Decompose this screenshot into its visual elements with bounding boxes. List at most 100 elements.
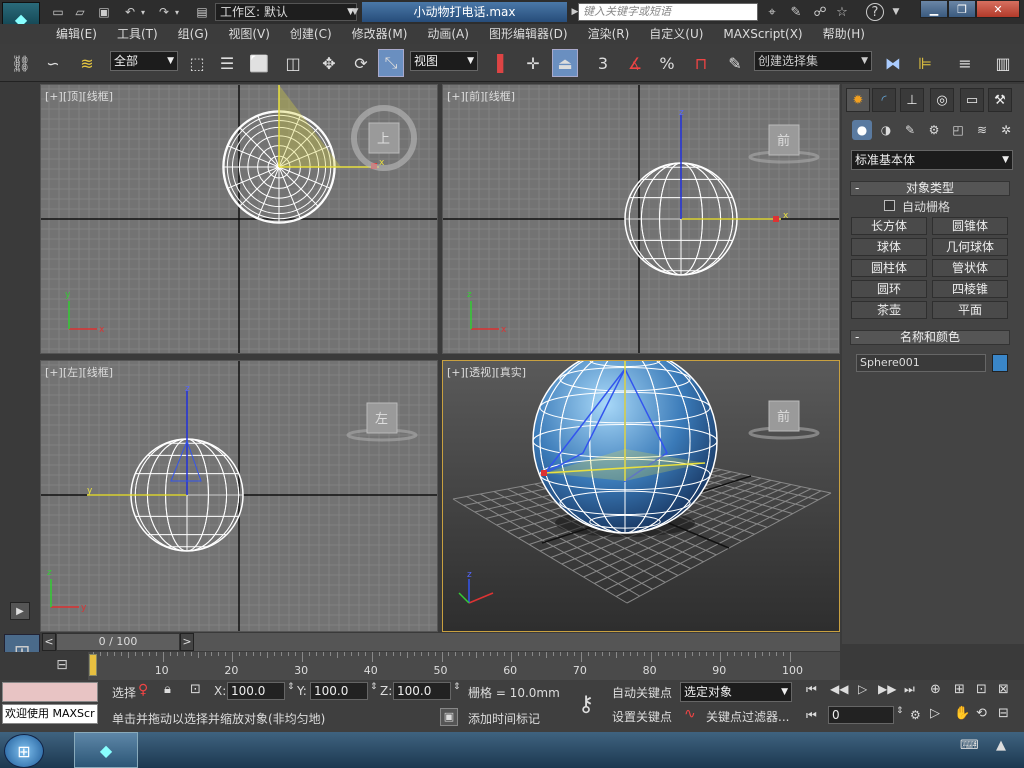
zoom-extents-all-icon[interactable]: ⊠ bbox=[998, 682, 1009, 697]
object-type-button[interactable]: 球体 bbox=[851, 238, 927, 256]
object-type-button[interactable]: 圆环 bbox=[851, 280, 927, 298]
menu-item-10[interactable]: MAXScript(X) bbox=[715, 24, 814, 44]
utilities-tab-icon[interactable]: ⚒ bbox=[988, 88, 1012, 112]
viewport-shading-label[interactable]: [线框] bbox=[82, 90, 113, 103]
layer-manager-icon[interactable]: ≡ bbox=[952, 49, 978, 77]
z-coordinate-field[interactable]: 100.0 bbox=[393, 682, 451, 700]
goto-start-icon[interactable]: ⏮ bbox=[806, 682, 817, 697]
viewport-left[interactable]: y z 左 z y [+][左][线框] bbox=[40, 360, 438, 632]
zoom-icon[interactable]: ⊕ bbox=[930, 682, 941, 697]
key-mode-toggle-icon[interactable]: ⏮ bbox=[806, 708, 817, 723]
object-type-button[interactable]: 几何球体 bbox=[932, 238, 1008, 256]
help-icon[interactable]: ? bbox=[866, 3, 884, 21]
object-type-button[interactable]: 平面 bbox=[932, 301, 1008, 319]
subscription-icon[interactable]: ✎ bbox=[786, 3, 806, 21]
maxscript-listener-top[interactable] bbox=[2, 682, 98, 702]
select-manipulate-icon[interactable]: ✛ bbox=[520, 49, 546, 77]
viewport-front-label[interactable]: [+][前][线框] bbox=[447, 88, 515, 104]
spinner-snap-icon[interactable]: ⊓ bbox=[688, 49, 714, 77]
scale-icon[interactable]: ⤡ bbox=[378, 49, 404, 77]
percent-snap-icon[interactable]: % bbox=[654, 49, 680, 77]
redo-dropdown-icon[interactable]: ▾ bbox=[172, 3, 182, 21]
viewport-menu-label[interactable]: [+] bbox=[45, 90, 63, 103]
menu-item-9[interactable]: 自定义(U) bbox=[641, 24, 715, 44]
menu-item-3[interactable]: 视图(V) bbox=[220, 24, 282, 44]
absolute-mode-icon[interactable]: ⊡ bbox=[190, 682, 201, 697]
auto-grid-checkbox[interactable] bbox=[884, 200, 895, 211]
next-frame-icon[interactable]: ▶▶ bbox=[878, 682, 896, 696]
object-category-dropdown[interactable]: 标准基本体 ▼ bbox=[851, 150, 1013, 170]
menu-item-5[interactable]: 修改器(M) bbox=[344, 24, 420, 44]
minimize-button[interactable]: ▁ bbox=[920, 0, 948, 18]
pivot-point-icon[interactable]: ▐ bbox=[484, 49, 510, 77]
close-button[interactable]: ✕ bbox=[976, 0, 1020, 18]
align-icon[interactable]: ⊫ bbox=[912, 49, 938, 77]
unlink-icon[interactable]: ∽ bbox=[40, 49, 66, 77]
mini-curve-editor-icon[interactable]: ⊟ bbox=[50, 655, 74, 675]
frame-spinner-icon[interactable]: ⇕ bbox=[896, 706, 904, 716]
time-slider-thumb[interactable]: 0 / 100 bbox=[56, 633, 180, 651]
expand-arrow-icon[interactable]: ▶ bbox=[10, 602, 30, 620]
viewport-top[interactable]: x上yx [+][顶][线框] bbox=[40, 84, 438, 354]
display-tab-icon[interactable]: ▭ bbox=[960, 88, 984, 112]
current-frame-field[interactable]: 0 bbox=[828, 706, 894, 724]
menu-item-4[interactable]: 创建(C) bbox=[282, 24, 344, 44]
space-warps-icon[interactable]: ≋ bbox=[972, 120, 992, 140]
binoculars-icon[interactable]: ⌖ bbox=[762, 3, 782, 21]
cameras-icon[interactable]: ⚙ bbox=[924, 120, 944, 140]
pan-icon[interactable]: ✋ bbox=[954, 706, 970, 721]
keyboard-shortcut-override-icon[interactable]: ⏏ bbox=[552, 49, 578, 77]
goto-end-icon[interactable]: ⏭ bbox=[904, 682, 915, 697]
z-spinner-icon[interactable]: ⇕ bbox=[453, 682, 461, 692]
time-slider[interactable]: < 0 / 100 > bbox=[42, 633, 840, 651]
edit-named-selection-icon[interactable]: ✎ bbox=[722, 49, 748, 77]
object-type-button[interactable]: 管状体 bbox=[932, 259, 1008, 277]
viewport-shading-label[interactable]: [线框] bbox=[484, 90, 515, 103]
viewport-view-label[interactable]: [前] bbox=[465, 90, 485, 103]
save-file-icon[interactable]: ▣ bbox=[94, 3, 114, 21]
y-spinner-icon[interactable]: ⇕ bbox=[370, 682, 378, 692]
taskbar-3dsmax-icon[interactable]: ◆ bbox=[74, 732, 138, 768]
snap-toggle-icon[interactable]: 3 bbox=[590, 49, 616, 77]
mirror-icon[interactable]: ⧓ bbox=[880, 49, 906, 77]
move-icon[interactable]: ✥ bbox=[316, 49, 342, 77]
communication-center-icon[interactable]: ☍ bbox=[810, 3, 830, 21]
geometry-icon[interactable]: ● bbox=[852, 120, 872, 140]
viewport-left-label[interactable]: [+][左][线框] bbox=[45, 364, 113, 380]
orbit-icon[interactable]: ⟲ bbox=[976, 706, 987, 721]
viewport-shading-label[interactable]: [真实] bbox=[495, 366, 526, 379]
menu-item-1[interactable]: 工具(T) bbox=[109, 24, 170, 44]
object-type-button[interactable]: 圆锥体 bbox=[932, 217, 1008, 235]
viewport-front[interactable]: x z 前 z x [+][前][线框] bbox=[442, 84, 840, 354]
link-icon[interactable]: ⛓ bbox=[8, 49, 34, 77]
menu-item-6[interactable]: 动画(A) bbox=[419, 24, 481, 44]
bind-space-warp-icon[interactable]: ≋ bbox=[74, 49, 100, 77]
rectangular-selection-icon[interactable]: ⬜ bbox=[246, 49, 272, 77]
select-object-icon[interactable]: ⬚ bbox=[184, 49, 210, 77]
object-color-swatch[interactable] bbox=[992, 354, 1008, 372]
tray-arrow-icon[interactable]: ▲ bbox=[996, 738, 1006, 753]
set-key-icon[interactable]: ⚷ bbox=[566, 684, 606, 724]
start-button-icon[interactable]: ⊞ bbox=[4, 734, 44, 768]
motion-tab-icon[interactable]: ◎ bbox=[930, 88, 954, 112]
previous-frame-icon[interactable]: ◀◀ bbox=[830, 682, 848, 696]
undo-icon[interactable]: ↶ bbox=[120, 3, 140, 21]
play-icon[interactable]: ▷ bbox=[858, 682, 867, 696]
graphite-tools-icon[interactable]: ▥ bbox=[990, 49, 1016, 77]
selection-filter-dropdown[interactable]: 全部 ▼ bbox=[110, 51, 178, 71]
modify-tab-icon[interactable]: ◜ bbox=[872, 88, 896, 112]
time-prev-button[interactable]: < bbox=[42, 633, 56, 651]
undo-dropdown-icon[interactable]: ▾ bbox=[138, 3, 148, 21]
object-type-rollout-header[interactable]: - 对象类型 bbox=[850, 181, 1010, 196]
select-by-name-icon[interactable]: ☰ bbox=[214, 49, 240, 77]
add-time-tag-button[interactable]: 添加时间标记 bbox=[468, 710, 540, 727]
shapes-icon[interactable]: ◑ bbox=[876, 120, 896, 140]
menu-item-7[interactable]: 图形编辑器(D) bbox=[481, 24, 580, 44]
menu-item-8[interactable]: 渲染(R) bbox=[580, 24, 642, 44]
helpers-icon[interactable]: ◰ bbox=[948, 120, 968, 140]
window-crossing-icon[interactable]: ◫ bbox=[280, 49, 306, 77]
open-file-icon[interactable]: ▱ bbox=[70, 3, 90, 21]
isolate-selection-icon[interactable]: ♀ bbox=[138, 682, 148, 698]
menu-item-0[interactable]: 编辑(E) bbox=[48, 24, 109, 44]
object-name-field[interactable]: Sphere001 bbox=[856, 354, 986, 372]
